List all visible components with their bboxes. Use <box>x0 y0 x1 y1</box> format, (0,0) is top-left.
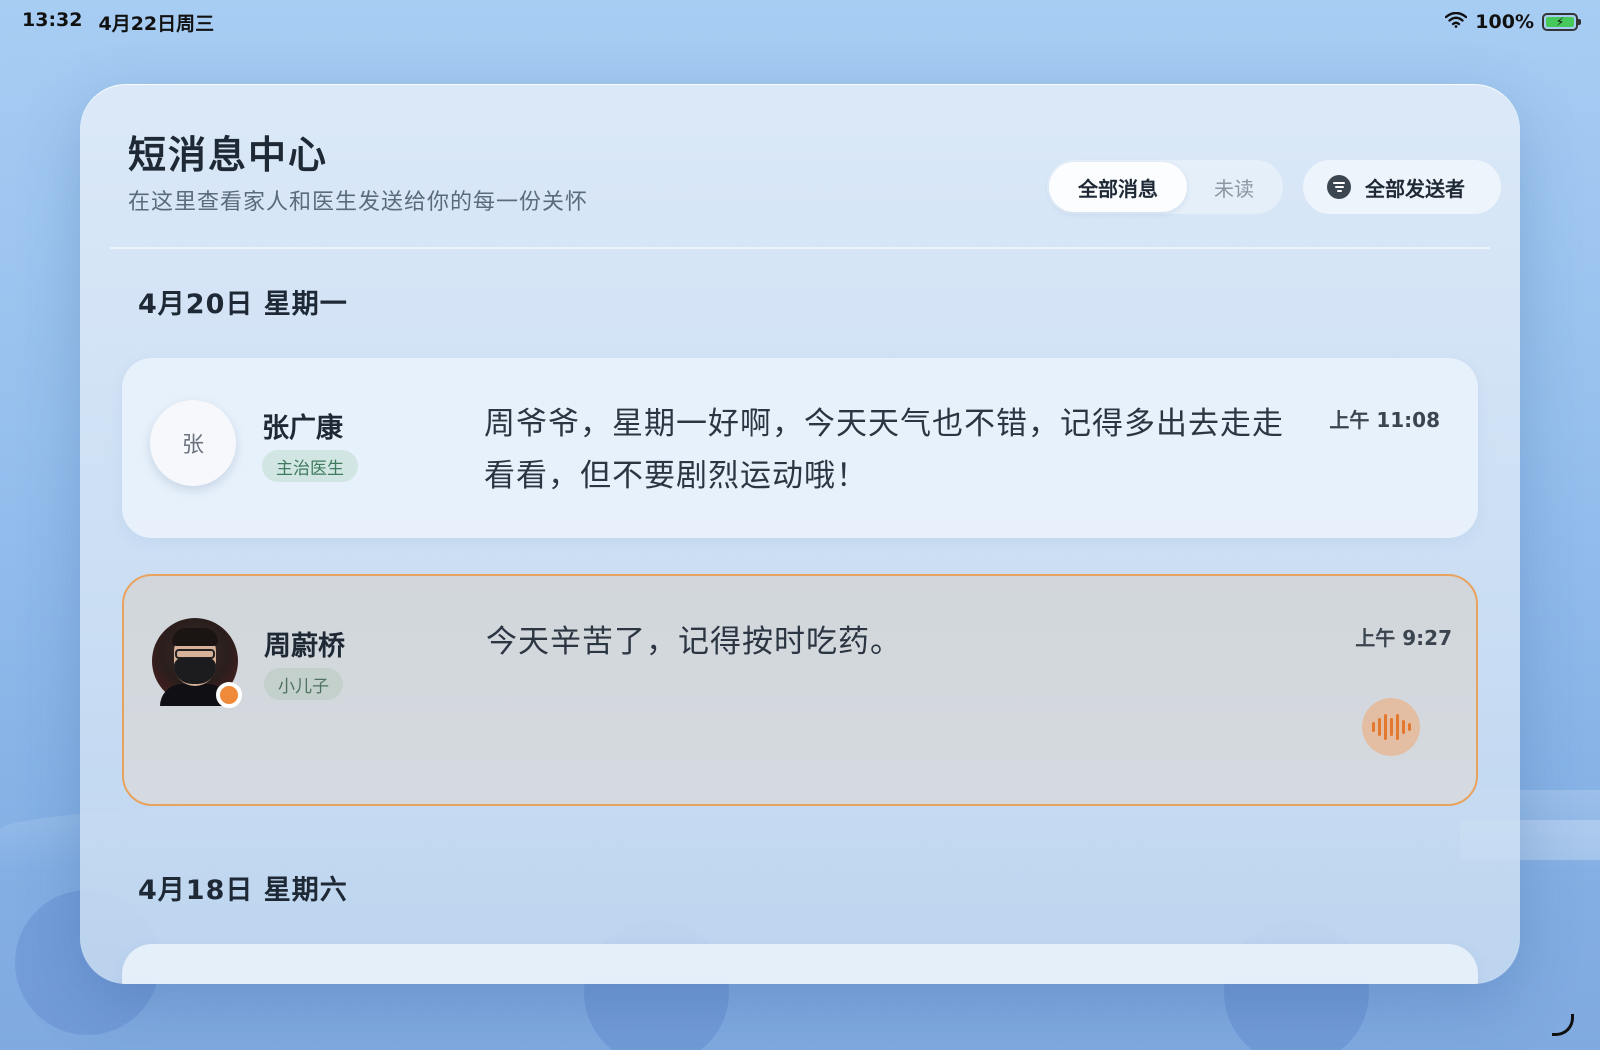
voice-play-icon[interactable] <box>1362 698 1420 756</box>
message-text: 今天辛苦了，记得按时吃药。 <box>486 624 902 660</box>
tab-all-messages[interactable]: 全部消息 <box>1049 162 1187 212</box>
message-time: 上午 9:27 <box>1355 626 1452 650</box>
sender-name: 周蔚桥 <box>264 631 345 662</box>
message-card[interactable]: 张 张广康 主治医生 周爷爷，星期一好啊，今天天气也不错，记得多出去走走看看，但… <box>122 358 1478 538</box>
status-date: 4月22日周三 <box>98 12 215 35</box>
avatar-letter: 张 <box>181 433 204 458</box>
status-bar: 13:32 4月22日周三 100% ⚡ <box>0 0 1600 44</box>
sender-role-tag: 主治医生 <box>262 450 358 482</box>
battery-charging-icon: ⚡ <box>1542 13 1581 31</box>
message-card[interactable] <box>122 944 1478 984</box>
date-heading: 4月18日 星期六 <box>138 875 348 906</box>
avatar <box>152 618 242 708</box>
message-card-unread[interactable]: 周蔚桥 小儿子 今天辛苦了，记得按时吃药。 上午 9:27 <box>122 574 1478 806</box>
tab-unread[interactable]: 未读 <box>1187 162 1281 212</box>
date-heading: 4月20日 星期一 <box>138 289 348 320</box>
sender-role-tag: 小儿子 <box>264 668 343 700</box>
wifi-icon <box>1445 11 1468 33</box>
corner-gesture-icon <box>1552 1014 1574 1036</box>
message-filter-tabs: 全部消息 未读 <box>1047 160 1283 214</box>
filter-icon <box>1327 175 1351 199</box>
sender-name: 张广康 <box>262 413 343 444</box>
sender-filter-button[interactable]: 全部发送者 <box>1303 160 1501 214</box>
battery-percent: 100% <box>1475 11 1534 33</box>
page-subtitle: 在这里查看家人和医生发送给你的每一份关怀 <box>128 190 589 215</box>
status-time: 13:32 <box>22 8 83 31</box>
panel-header: 短消息中心 在这里查看家人和医生发送给你的每一份关怀 全部消息 未读 全部发送者 <box>110 84 1501 249</box>
unread-dot-icon <box>216 682 242 708</box>
message-text: 周爷爷，星期一好啊，今天天气也不错，记得多出去走走看看，但不要剧烈运动哦！ <box>484 406 1284 494</box>
page-title: 短消息中心 <box>128 133 329 177</box>
avatar: 张 <box>150 400 236 486</box>
sender-filter-label: 全部发送者 <box>1365 176 1465 201</box>
message-time: 上午 11:08 <box>1329 408 1440 432</box>
message-center-panel: 短消息中心 在这里查看家人和医生发送给你的每一份关怀 全部消息 未读 全部发送者… <box>80 84 1520 984</box>
